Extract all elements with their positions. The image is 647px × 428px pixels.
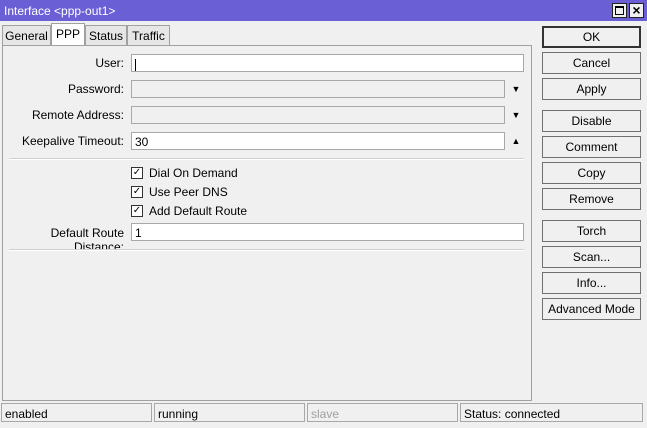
- remote-address-input[interactable]: [131, 106, 505, 124]
- checkmark-icon: ✓: [132, 167, 142, 178]
- disable-button[interactable]: Disable: [542, 110, 641, 132]
- cancel-button[interactable]: Cancel: [542, 52, 641, 74]
- use-peer-dns-checkbox[interactable]: ✓: [131, 186, 143, 198]
- keepalive-spinner-up-icon[interactable]: ▲: [510, 135, 522, 147]
- separator: [9, 249, 524, 251]
- user-input[interactable]: [131, 54, 524, 72]
- title-bar[interactable]: Interface <ppp-out1> ×: [0, 0, 647, 21]
- user-label: User:: [95, 56, 124, 70]
- copy-button[interactable]: Copy: [542, 162, 641, 184]
- dial-on-demand-label: Dial On Demand: [149, 166, 238, 180]
- interface-window: Interface <ppp-out1> × General PPP Statu…: [0, 0, 647, 428]
- checkmark-icon: ✓: [132, 186, 142, 197]
- close-icon: ×: [632, 2, 641, 18]
- dial-on-demand-checkbox[interactable]: ✓: [131, 167, 143, 179]
- keepalive-timeout-value: 30: [135, 135, 149, 149]
- status-enabled: enabled: [1, 403, 152, 422]
- password-label: Password:: [67, 82, 124, 96]
- remote-address-dropdown-icon[interactable]: ▼: [510, 109, 522, 121]
- add-default-route-label: Add Default Route: [149, 204, 248, 218]
- ppp-panel: User: Password: ▼ Remote Address: ▼ Keep…: [2, 45, 532, 401]
- torch-button[interactable]: Torch: [542, 220, 641, 242]
- remote-address-label: Remote Address:: [31, 108, 124, 122]
- status-slave: slave: [307, 403, 458, 422]
- default-route-distance-label-wrap: Default Route Distance:: [3, 226, 124, 254]
- keepalive-timeout-input[interactable]: 30: [131, 132, 505, 150]
- scan-button[interactable]: Scan...: [542, 246, 641, 268]
- text-cursor: [135, 58, 136, 71]
- user-label-wrap: User:: [3, 56, 124, 72]
- checkmark-icon: ✓: [132, 205, 142, 216]
- default-route-distance-input[interactable]: 1: [131, 223, 524, 241]
- tab-ppp[interactable]: PPP: [51, 23, 85, 46]
- comment-button[interactable]: Comment: [542, 136, 641, 158]
- password-dropdown-icon[interactable]: ▼: [510, 83, 522, 95]
- maximize-icon: [615, 6, 624, 15]
- window-title: Interface <ppp-out1>: [4, 4, 116, 18]
- apply-button[interactable]: Apply: [542, 78, 641, 100]
- keepalive-label-wrap: Keepalive Timeout:: [3, 134, 124, 150]
- maximize-button[interactable]: [612, 3, 627, 18]
- close-button[interactable]: ×: [629, 2, 644, 18]
- info-button[interactable]: Info...: [542, 272, 641, 294]
- password-input[interactable]: [131, 80, 505, 98]
- status-bar: enabled running slave Status: connected: [0, 403, 647, 423]
- tab-traffic[interactable]: Traffic: [127, 25, 170, 46]
- remote-address-label-wrap: Remote Address:: [3, 108, 124, 124]
- advanced-mode-button[interactable]: Advanced Mode: [542, 298, 641, 320]
- separator: [9, 158, 524, 160]
- status-running: running: [154, 403, 305, 422]
- add-default-route-checkbox[interactable]: ✓: [131, 205, 143, 217]
- tab-status[interactable]: Status: [85, 25, 127, 46]
- status-connection: Status: connected: [460, 403, 643, 422]
- ok-button[interactable]: OK: [542, 26, 641, 48]
- default-route-distance-value: 1: [135, 226, 142, 240]
- password-label-wrap: Password:: [3, 82, 124, 98]
- keepalive-timeout-label: Keepalive Timeout:: [21, 134, 124, 148]
- use-peer-dns-label: Use Peer DNS: [149, 185, 228, 199]
- remove-button[interactable]: Remove: [542, 188, 641, 210]
- tab-general[interactable]: General: [2, 25, 51, 46]
